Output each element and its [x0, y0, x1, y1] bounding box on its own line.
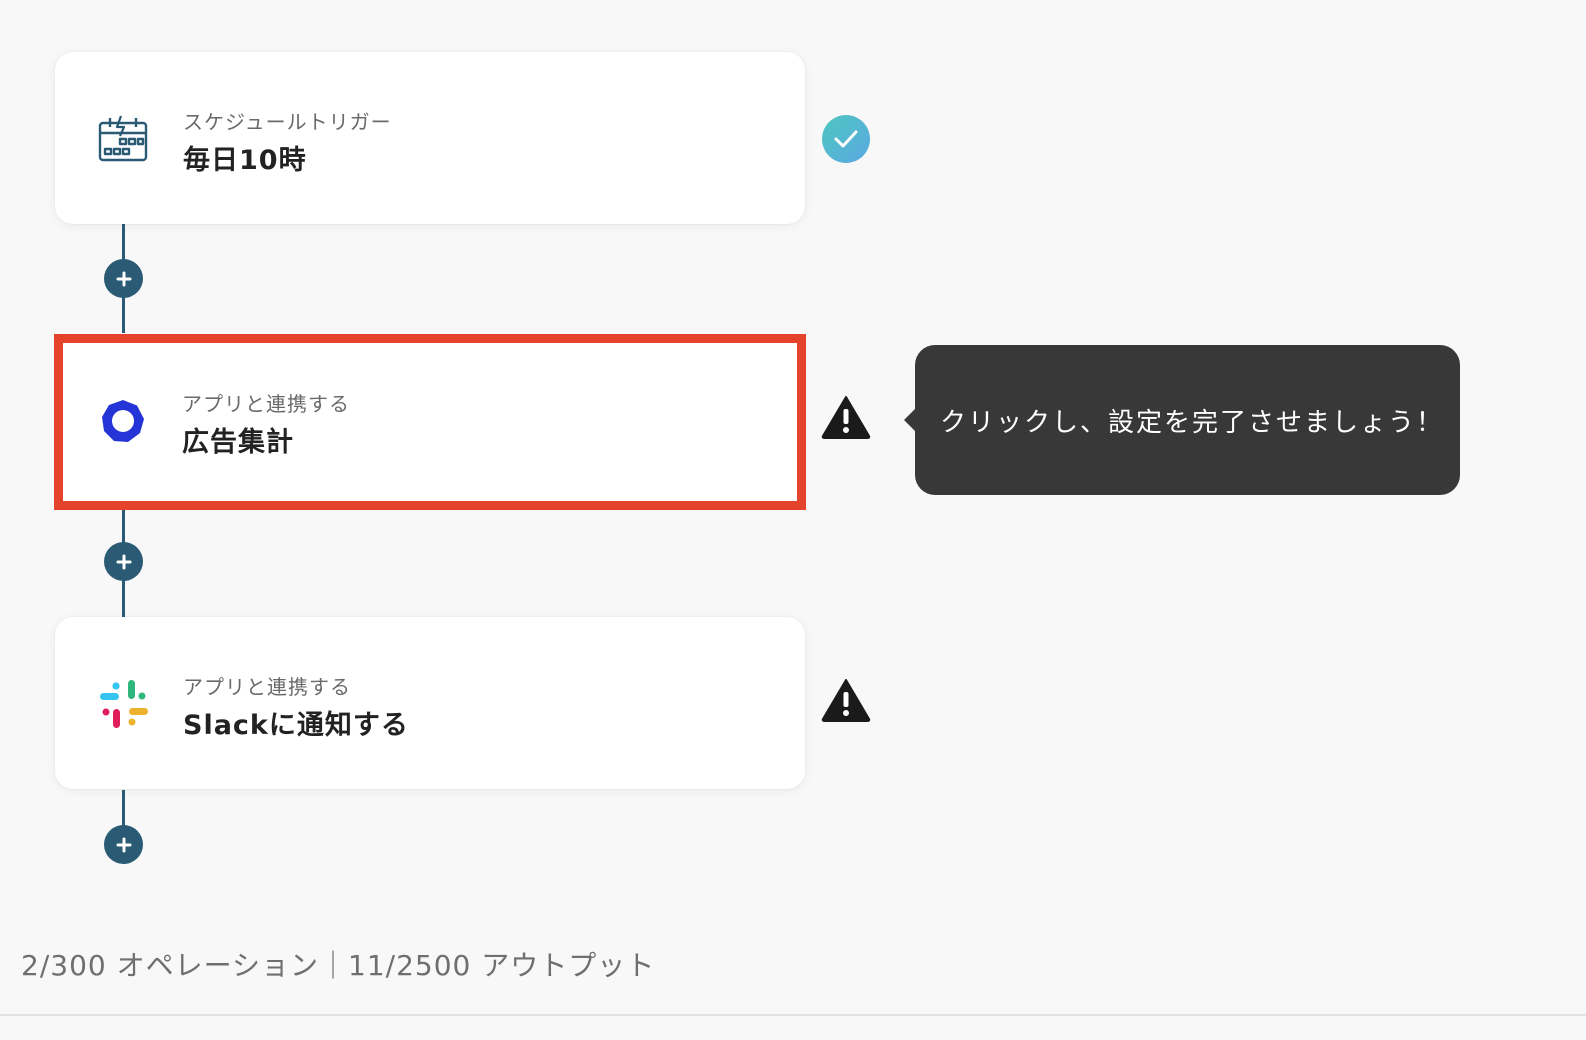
slack-icon: [97, 677, 151, 731]
step-type-label: アプリと連携する: [183, 675, 351, 699]
warning-icon: [821, 394, 871, 444]
step-type-label: アプリと連携する: [182, 392, 350, 416]
step-title: 毎日10時: [183, 145, 307, 176]
plus-icon: [116, 554, 131, 569]
step-card-schedule-trigger[interactable]: スケジュールトリガー 毎日10時: [55, 52, 805, 224]
step-card-ad-aggregation[interactable]: アプリと連携する 広告集計: [54, 334, 806, 510]
usage-counter: 2/300 オペレーション｜11/2500 アウトプット: [21, 949, 656, 982]
plus-icon: [116, 271, 131, 286]
connector-line: [122, 790, 125, 830]
add-step-button[interactable]: [104, 825, 143, 864]
complete-check-icon: [821, 114, 871, 164]
step-title: 広告集計: [182, 427, 294, 458]
tooltip-text: クリックし、設定を完了させましょう！: [940, 407, 1445, 438]
step-type-label: スケジュールトリガー: [183, 110, 392, 134]
divider: [0, 1014, 1586, 1016]
add-step-button[interactable]: [104, 542, 143, 581]
plus-icon: [116, 837, 131, 852]
setup-tooltip: クリックし、設定を完了させましょう！: [904, 345, 1460, 495]
add-step-button[interactable]: [104, 259, 143, 298]
calendar-icon: [97, 112, 151, 166]
step-card-slack-notify[interactable]: アプリと連携する Slackに通知する: [55, 617, 805, 789]
step-title: Slackに通知する: [183, 710, 409, 741]
warning-icon: [821, 677, 871, 727]
app-ring-icon: [96, 394, 150, 448]
